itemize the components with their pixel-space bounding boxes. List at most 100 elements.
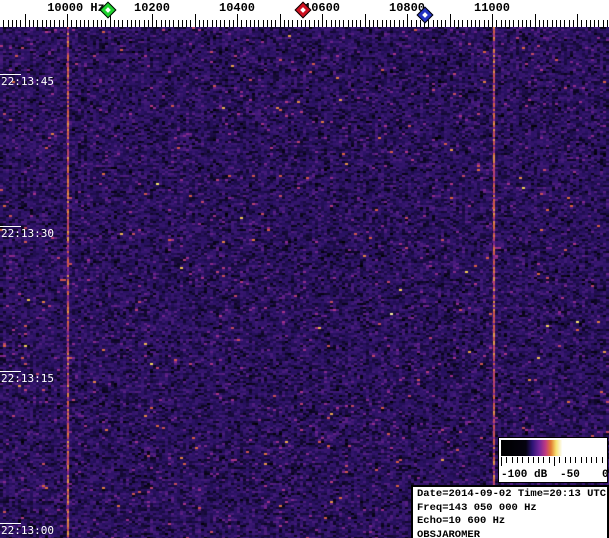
scale-tick	[591, 457, 593, 463]
ruler-tick	[300, 20, 302, 27]
scale-tick	[532, 457, 534, 463]
info-line-observer: OBSJAROMER	[417, 528, 481, 538]
scale-tick	[596, 457, 598, 463]
ruler-tick	[381, 20, 383, 27]
scale-tick	[506, 457, 508, 463]
ruler-tick	[232, 20, 234, 27]
ruler-tick	[7, 20, 9, 27]
ruler-tick	[428, 20, 430, 27]
ruler-tick	[215, 20, 217, 27]
ruler-tick	[164, 20, 166, 27]
ruler-tick	[432, 20, 434, 27]
ruler-tick	[390, 20, 391, 27]
ruler-tick	[16, 20, 17, 27]
scale-tick	[559, 457, 561, 463]
ruler-tick	[547, 20, 549, 27]
ruler-tick	[339, 20, 340, 27]
ruler-tick	[551, 20, 553, 27]
info-line-date-time: Date=2014-09-02 Time=20:13 UTC	[417, 488, 607, 500]
ruler-tick	[398, 20, 400, 27]
scale-tick	[564, 457, 566, 463]
ruler-tick	[462, 20, 464, 27]
ruler-tick	[305, 20, 306, 27]
ruler-tick	[449, 14, 451, 27]
ruler-tick	[207, 20, 209, 27]
ruler-tick	[45, 20, 47, 27]
ruler-tick	[347, 20, 349, 27]
scale-tick	[516, 457, 518, 463]
ruler-tick	[50, 20, 51, 27]
ruler-tick	[67, 14, 68, 27]
ruler-tick	[122, 20, 124, 27]
ruler-tick	[594, 20, 595, 27]
ruler-tick	[606, 20, 608, 27]
ruler-tick	[560, 20, 561, 27]
ruler-tick	[589, 20, 591, 27]
ruler-tick	[28, 20, 30, 27]
ruler-tick	[37, 20, 39, 27]
ruler-tick	[581, 20, 583, 27]
ruler-tick	[577, 14, 578, 27]
ruler-tick	[152, 14, 153, 27]
ruler-tick	[351, 20, 353, 27]
ruler-tick	[237, 14, 238, 27]
ruler-tick	[147, 20, 149, 27]
scale-tick	[575, 457, 577, 463]
ruler-tick	[96, 20, 98, 27]
info-line-frequency: Freq=143 050 000 Hz	[417, 501, 537, 514]
ruler-tick	[139, 20, 141, 27]
ruler-tick	[504, 20, 506, 27]
ruler-tick	[71, 20, 73, 27]
ruler-tick	[356, 20, 357, 27]
ruler-tick	[513, 20, 515, 27]
ruler-tick	[521, 20, 523, 27]
ruler-tick	[84, 20, 85, 27]
ruler-tick	[224, 20, 226, 27]
time-label: 22:13:15	[1, 372, 54, 385]
ruler-tick	[407, 14, 408, 27]
scale-tick	[607, 457, 608, 466]
ruler-tick	[602, 20, 604, 27]
ruler-tick	[411, 20, 413, 27]
ruler-tick	[415, 20, 417, 27]
ruler-tick	[54, 20, 56, 27]
ruler-tick	[258, 20, 260, 27]
scale-tick	[522, 457, 524, 463]
scale-db-label: -100 dB	[501, 469, 548, 481]
color-scale-legend: -100 dB -50 0	[498, 437, 609, 483]
ruler-tick	[292, 20, 294, 27]
ruler-tick	[373, 20, 374, 27]
ruler-tick	[190, 20, 192, 27]
ruler-tick	[445, 20, 447, 27]
scale-tick	[548, 457, 550, 463]
scale-tick	[543, 457, 545, 463]
ruler-tick	[130, 20, 132, 27]
ruler-tick	[173, 20, 175, 27]
ruler-tick	[58, 20, 60, 27]
freq-marker-core	[105, 7, 111, 13]
ruler-frequency-label: 11000	[473, 1, 511, 15]
ruler-tick	[475, 20, 476, 27]
ruler-tick	[526, 20, 527, 27]
ruler-tick	[275, 20, 277, 27]
ruler-tick	[572, 20, 574, 27]
ruler-frequency-label: 10200	[133, 1, 171, 15]
ruler-tick	[419, 20, 421, 27]
ruler-tick	[466, 20, 468, 27]
ruler-tick	[288, 20, 289, 27]
ruler-tick	[203, 20, 204, 27]
ruler-tick	[271, 20, 272, 27]
ruler-tick	[530, 20, 532, 27]
scale-tick	[601, 457, 603, 463]
ruler-tick	[322, 14, 323, 27]
scale-tick	[580, 457, 582, 463]
ruler-tick	[24, 14, 26, 27]
ruler-tick	[517, 20, 519, 27]
ruler-tick	[101, 20, 102, 27]
ruler-tick	[220, 20, 221, 27]
ruler-tick	[479, 20, 481, 27]
ruler-tick	[245, 20, 247, 27]
ruler-tick	[377, 20, 379, 27]
ruler-tick	[343, 20, 345, 27]
ruler-tick	[177, 20, 179, 27]
